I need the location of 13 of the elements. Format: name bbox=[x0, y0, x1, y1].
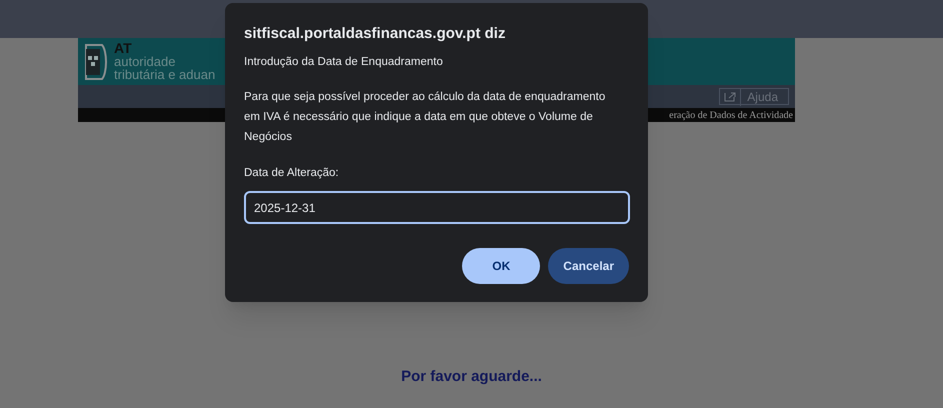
waiting-message: Por favor aguarde... bbox=[401, 367, 542, 387]
external-link-icon bbox=[724, 92, 736, 102]
breadcrumb-text: eração de Dados de Actividade bbox=[669, 108, 793, 122]
cancel-button[interactable]: Cancelar bbox=[548, 248, 629, 284]
dialog-title: sitfiscal.portaldasfinancas.gov.pt diz bbox=[244, 24, 506, 44]
logo-text: autoridade bbox=[114, 55, 176, 68]
logo-text: tributária e aduan bbox=[114, 68, 216, 81]
dialog-subtitle: Introdução da Data de Enquadramento bbox=[244, 55, 444, 70]
date-input-field[interactable]: 2025-12-31 bbox=[244, 191, 630, 224]
dialog-message: Para que seja possível proceder ao cálculo da data de enquadramento em IVA é necessário que indique a data em que obteve o Volume de Negócios bbox=[244, 90, 606, 145]
field-label: Data de Alteração: bbox=[244, 166, 340, 181]
ok-button[interactable]: OK bbox=[462, 248, 540, 284]
logo-abbreviation: AT bbox=[114, 42, 133, 55]
